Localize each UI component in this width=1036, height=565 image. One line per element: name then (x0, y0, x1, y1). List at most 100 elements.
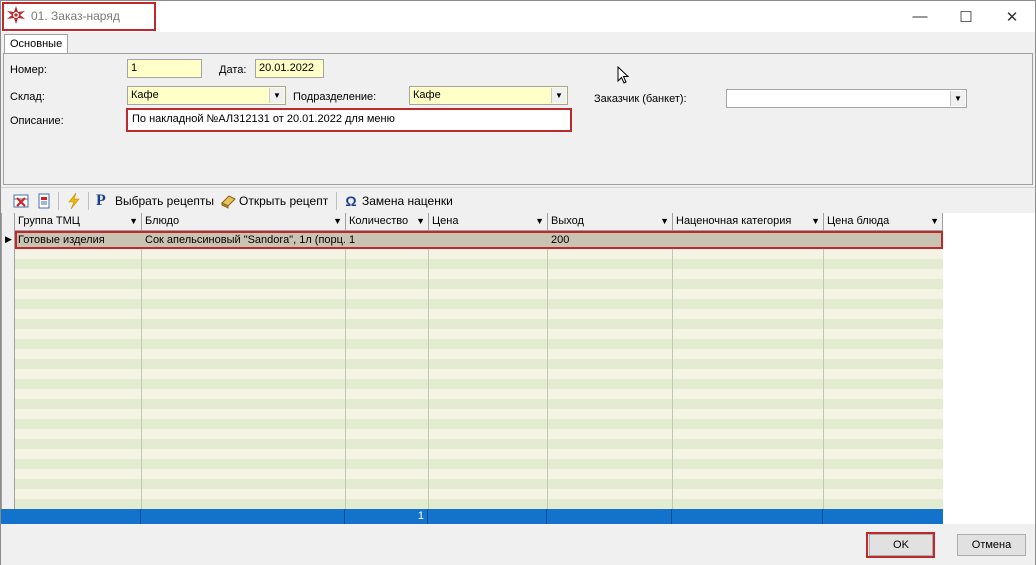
column-header-yield[interactable]: Выход ▼ (548, 213, 673, 231)
description-label: Описание: (10, 115, 64, 127)
grid-toolbar: P Выбрать рецепты Открыть рецепт Ω Замен… (1, 187, 1035, 213)
empty-grid-row (15, 409, 943, 419)
warehouse-select[interactable]: Кафе ▼ (127, 86, 286, 105)
customer-select[interactable]: ▼ (726, 89, 967, 108)
column-header-label: Количество (349, 215, 409, 227)
column-divider (672, 231, 673, 524)
column-header-dish-price[interactable]: Цена блюда ▼ (824, 213, 943, 231)
p-letter-icon: P (96, 192, 106, 209)
mouse-cursor-icon (617, 66, 629, 84)
customer-label: Заказчик (банкет): (594, 93, 687, 105)
sort-arrow-icon[interactable]: ▼ (930, 216, 939, 226)
sort-arrow-icon[interactable]: ▼ (811, 216, 820, 226)
lightning-icon (68, 193, 80, 209)
chevron-down-icon[interactable]: ▼ (551, 88, 566, 103)
row-indicator-column: ▶ (2, 213, 15, 524)
description-highlight (126, 108, 572, 132)
empty-grid-row (15, 469, 943, 479)
replace-markup-label: Замена наценки (362, 194, 453, 208)
close-button[interactable]: ✕ (989, 1, 1035, 32)
footer-divider (822, 509, 823, 524)
empty-grid-row (15, 389, 943, 399)
ok-button-highlight (866, 532, 935, 558)
sort-arrow-icon[interactable]: ▼ (333, 216, 342, 226)
grid-footer-totals: 1 (1, 509, 943, 524)
items-grid[interactable]: Группа ТМЦ ▼ Блюдо ▼ Количество ▼ Цена ▼ Вых… (1, 213, 943, 524)
empty-grid-row (15, 329, 943, 339)
empty-grid-row (15, 359, 943, 369)
toolbar-separator (336, 192, 337, 210)
document-icon (38, 193, 50, 209)
select-recipes-button[interactable]: P Выбрать рецепты (96, 191, 214, 211)
date-label: Дата: (219, 64, 247, 76)
current-row-arrow-icon: ▶ (5, 234, 12, 244)
empty-grid-row (15, 439, 943, 449)
column-divider (345, 231, 346, 524)
empty-grid-row (15, 339, 943, 349)
chevron-down-icon[interactable]: ▼ (950, 91, 965, 106)
footer-divider (546, 509, 547, 524)
select-recipes-label: Выбрать рецепты (115, 194, 215, 208)
empty-grid-row (15, 369, 943, 379)
column-header-markup-category[interactable]: Наценочная категория ▼ (673, 213, 824, 231)
column-header-label: Наценочная категория (676, 215, 792, 227)
chevron-down-icon[interactable]: ▼ (269, 88, 284, 103)
division-select[interactable]: Кафе ▼ (409, 86, 568, 105)
warehouse-value: Кафе (131, 89, 159, 101)
order-window: 01. Заказ-наряд — ☐ ✕ Основные Номер: 1 … (0, 0, 1036, 565)
minimize-button[interactable]: — (897, 1, 943, 32)
footer-quantity-total: 1 (417, 510, 424, 522)
delete-row-button[interactable] (13, 191, 32, 211)
column-header-label: Группа ТМЦ (18, 215, 80, 227)
number-field[interactable]: 1 (127, 59, 202, 78)
empty-grid-row (15, 429, 943, 439)
column-header-label: Блюдо (145, 215, 180, 227)
cancel-button[interactable]: Отмена (957, 534, 1026, 556)
toolbar-separator (58, 192, 59, 210)
empty-grid-row (15, 449, 943, 459)
empty-grid-row (15, 399, 943, 409)
column-divider (428, 231, 429, 524)
division-value: Кафе (413, 89, 441, 101)
sort-arrow-icon[interactable]: ▼ (129, 216, 138, 226)
empty-grid-row (15, 289, 943, 299)
document-button[interactable] (36, 191, 55, 211)
footer-divider (140, 509, 141, 524)
empty-grid-row (15, 479, 943, 489)
division-label: Подразделение: (293, 91, 377, 103)
flash-button[interactable] (66, 191, 85, 211)
column-header-price[interactable]: Цена ▼ (429, 213, 548, 231)
column-divider (141, 231, 142, 524)
open-recipe-label: Открыть рецепт (239, 194, 329, 208)
column-header-dish[interactable]: Блюдо ▼ (142, 213, 346, 231)
maximize-button[interactable]: ☐ (943, 1, 989, 32)
replace-markup-button[interactable]: Ω Замена наценки (343, 191, 453, 211)
empty-grid-row (15, 299, 943, 309)
tab-main[interactable]: Основные (4, 34, 68, 54)
empty-grid-row (15, 419, 943, 429)
column-header-label: Цена (432, 215, 459, 227)
column-header-label: Выход (551, 215, 584, 227)
column-divider (547, 231, 548, 524)
title-bar: 01. Заказ-наряд — ☐ ✕ (1, 1, 1035, 32)
number-label: Номер: (10, 64, 47, 76)
empty-grid-row (15, 319, 943, 329)
column-header-group[interactable]: Группа ТМЦ ▼ (15, 213, 142, 231)
sort-arrow-icon[interactable]: ▼ (660, 216, 669, 226)
empty-grid-row (15, 349, 943, 359)
title-highlight (2, 2, 156, 31)
empty-grid-row (15, 489, 943, 499)
date-field[interactable]: 20.01.2022 (255, 59, 324, 78)
sort-arrow-icon[interactable]: ▼ (535, 216, 544, 226)
toolbar-separator (88, 192, 89, 210)
omega-icon: Ω (345, 193, 357, 209)
empty-grid-row (15, 379, 943, 389)
sort-arrow-icon[interactable]: ▼ (416, 216, 425, 226)
empty-grid-row (15, 279, 943, 289)
empty-grid-row (15, 249, 943, 259)
delete-table-icon (13, 194, 29, 208)
empty-grid-row (15, 269, 943, 279)
footer-divider (671, 509, 672, 524)
open-recipe-button[interactable]: Открыть рецепт (220, 191, 328, 211)
column-header-quantity[interactable]: Количество ▼ (346, 213, 429, 231)
